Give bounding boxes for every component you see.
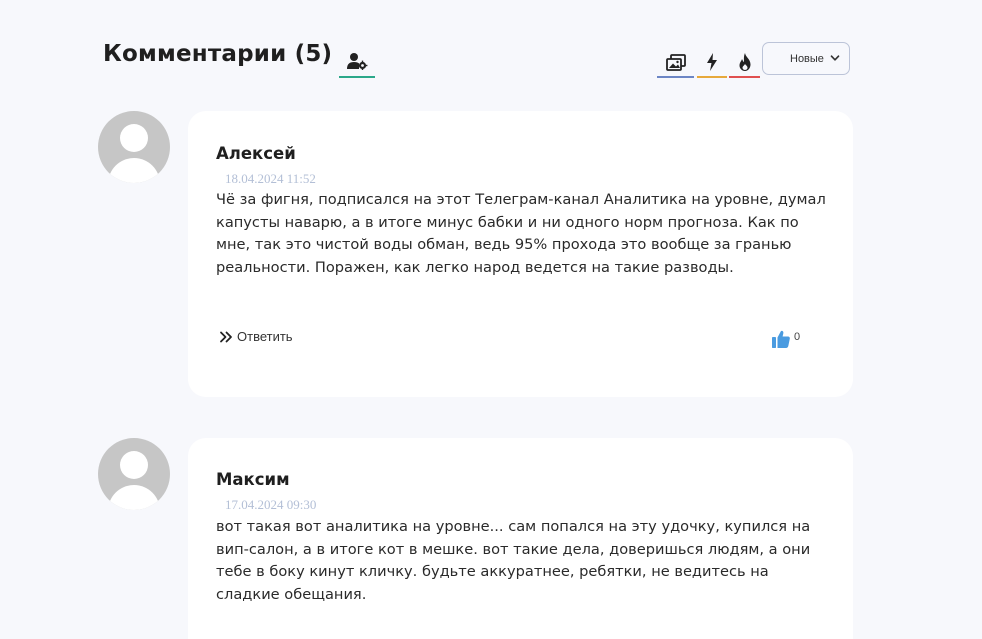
avatar-head (120, 451, 148, 479)
popular-filter-button[interactable] (729, 48, 760, 78)
avatar (98, 111, 170, 183)
comment-date: 18.04.2024 11:52 (225, 171, 316, 186)
double-chevron-right-icon (220, 331, 232, 342)
fire-icon (739, 53, 750, 71)
comment-author: Максим (216, 470, 290, 489)
comment-card: Алексей 18.04.2024 11:52 Чё за фигня, по… (188, 111, 853, 397)
comment-card: Максим 17.04.2024 09:30 вот такая вот ан… (188, 438, 853, 639)
comment-text: вот такая вот аналитика на уровне... сам… (216, 518, 811, 603)
like-button[interactable] (771, 329, 791, 349)
comment-date: 17.04.2024 09:30 (225, 497, 317, 512)
like-count: 0 (794, 331, 801, 343)
thumbs-up-icon (772, 330, 790, 348)
comments-heading: Комментарии (5) (103, 41, 333, 67)
avatar-body (108, 485, 160, 510)
comment-text: Чё за фигня, подписался на этот Телеграм… (216, 191, 826, 276)
avatar-body (108, 158, 160, 183)
comment-author: Алексей (216, 144, 296, 163)
lightning-icon (707, 53, 717, 71)
avatar-head (120, 124, 148, 152)
sort-dropdown[interactable]: Новые (762, 42, 850, 75)
chevron-down-icon (830, 55, 840, 61)
media-filter-button[interactable] (657, 48, 694, 78)
reply-label: Ответить (237, 329, 293, 344)
comments-page: Комментарии (5) Новые Алексей 18.04.2024… (0, 0, 982, 639)
avatar (98, 438, 170, 510)
sort-selected-value: Новые (790, 52, 824, 65)
images-icon (665, 53, 686, 71)
hot-filter-button[interactable] (697, 48, 727, 78)
subscribe-button[interactable] (339, 46, 375, 78)
user-settings-icon (347, 53, 368, 70)
reply-button[interactable]: Ответить (219, 329, 293, 344)
